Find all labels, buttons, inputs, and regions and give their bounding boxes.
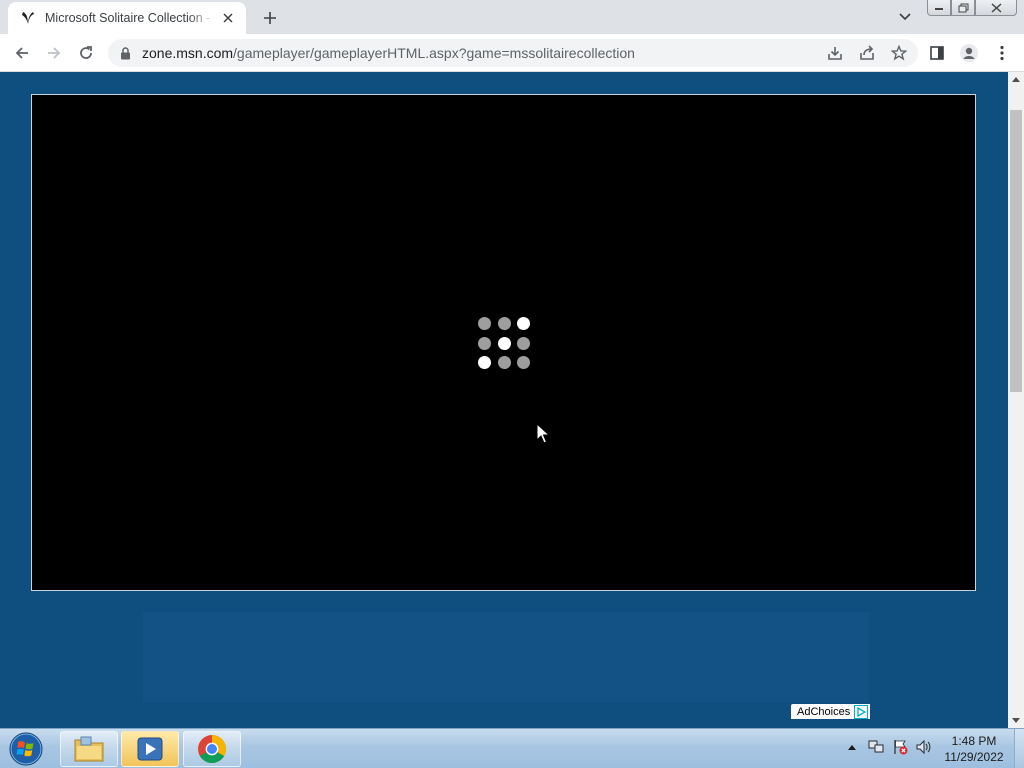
windows-explorer-icon[interactable] bbox=[60, 731, 118, 767]
adchoices-link[interactable]: AdChoices bbox=[791, 704, 871, 719]
minimize-window-icon[interactable] bbox=[927, 0, 951, 16]
spinner-dot bbox=[497, 336, 511, 350]
tab-strip: Microsoft Solitaire Collection - MSN Gam… bbox=[0, 0, 1024, 34]
spinner-dot bbox=[517, 317, 530, 330]
browser-toolbar: zone.msn.com/gameplayer/gameplayerHTML.a… bbox=[0, 34, 1024, 72]
spinner-dot bbox=[517, 356, 530, 369]
ad-banner-area[interactable] bbox=[143, 612, 869, 702]
tab-active[interactable]: Microsoft Solitaire Collection - MSN Gam… bbox=[8, 2, 246, 34]
show-desktop-button[interactable] bbox=[1014, 729, 1024, 768]
adchoices-label: AdChoices bbox=[797, 705, 851, 718]
chrome-icon[interactable] bbox=[183, 731, 241, 767]
tab-title: Microsoft Solitaire Collection - MSN Gam… bbox=[45, 11, 214, 25]
spinner-dot bbox=[478, 317, 491, 330]
tab-search-icon[interactable] bbox=[896, 8, 914, 26]
media-player-icon[interactable] bbox=[121, 731, 179, 767]
spinner-dot bbox=[497, 317, 511, 330]
star-icon[interactable] bbox=[890, 44, 908, 62]
page-content: AdChoices bbox=[0, 72, 1008, 728]
lock-icon[interactable] bbox=[118, 46, 132, 60]
game-canvas[interactable] bbox=[31, 94, 976, 591]
kebab-menu-icon[interactable] bbox=[991, 42, 1013, 64]
spinner-dot bbox=[497, 356, 511, 369]
install-app-icon[interactable] bbox=[826, 44, 844, 62]
reload-icon[interactable] bbox=[75, 42, 97, 64]
spinner-dot bbox=[478, 356, 491, 369]
scroll-down-arrow-icon[interactable] bbox=[1008, 714, 1024, 728]
adchoices-icon bbox=[854, 704, 869, 719]
mouse-cursor-icon bbox=[536, 422, 551, 449]
url-host: zone.msn.com bbox=[142, 45, 234, 61]
clock-date: 11/29/2022 bbox=[944, 750, 1004, 764]
omnibox-actions bbox=[826, 44, 908, 62]
new-tab-icon[interactable] bbox=[260, 8, 280, 28]
share-icon[interactable] bbox=[858, 44, 876, 62]
close-tab-icon[interactable] bbox=[220, 10, 236, 26]
spinner-dot bbox=[517, 336, 530, 350]
taskbar-clock[interactable]: 1:48 PM 11/29/2022 bbox=[930, 733, 1018, 765]
system-tray bbox=[844, 739, 932, 755]
close-window-icon[interactable] bbox=[975, 0, 1017, 16]
address-bar[interactable]: zone.msn.com/gameplayer/gameplayerHTML.a… bbox=[108, 39, 918, 67]
profile-icon[interactable] bbox=[958, 42, 980, 64]
forward-arrow-icon[interactable] bbox=[43, 42, 65, 64]
scroll-up-arrow-icon[interactable] bbox=[1008, 72, 1024, 86]
spinner-dot bbox=[478, 336, 491, 350]
loading-spinner bbox=[478, 317, 532, 371]
window-controls bbox=[927, 0, 1017, 18]
clock-time: 1:48 PM bbox=[951, 734, 997, 748]
scrollbar-thumb[interactable] bbox=[1010, 110, 1022, 392]
restore-window-icon[interactable] bbox=[951, 0, 975, 16]
show-hidden-icons-icon[interactable] bbox=[844, 739, 860, 755]
action-center-flag-icon[interactable] bbox=[892, 739, 908, 755]
side-panel-icon[interactable] bbox=[926, 42, 948, 64]
msn-butterfly-icon bbox=[20, 10, 36, 26]
start-button[interactable] bbox=[6, 730, 46, 768]
page-scrollbar[interactable] bbox=[1008, 72, 1024, 728]
network-icon[interactable] bbox=[868, 739, 884, 755]
url-path: /gameplayer/gameplayerHTML.aspx?game=mss… bbox=[233, 45, 635, 61]
back-arrow-icon[interactable] bbox=[11, 42, 33, 64]
url-text: zone.msn.com/gameplayer/gameplayerHTML.a… bbox=[142, 45, 635, 61]
windows-taskbar: 1:48 PM 11/29/2022 bbox=[0, 728, 1024, 768]
